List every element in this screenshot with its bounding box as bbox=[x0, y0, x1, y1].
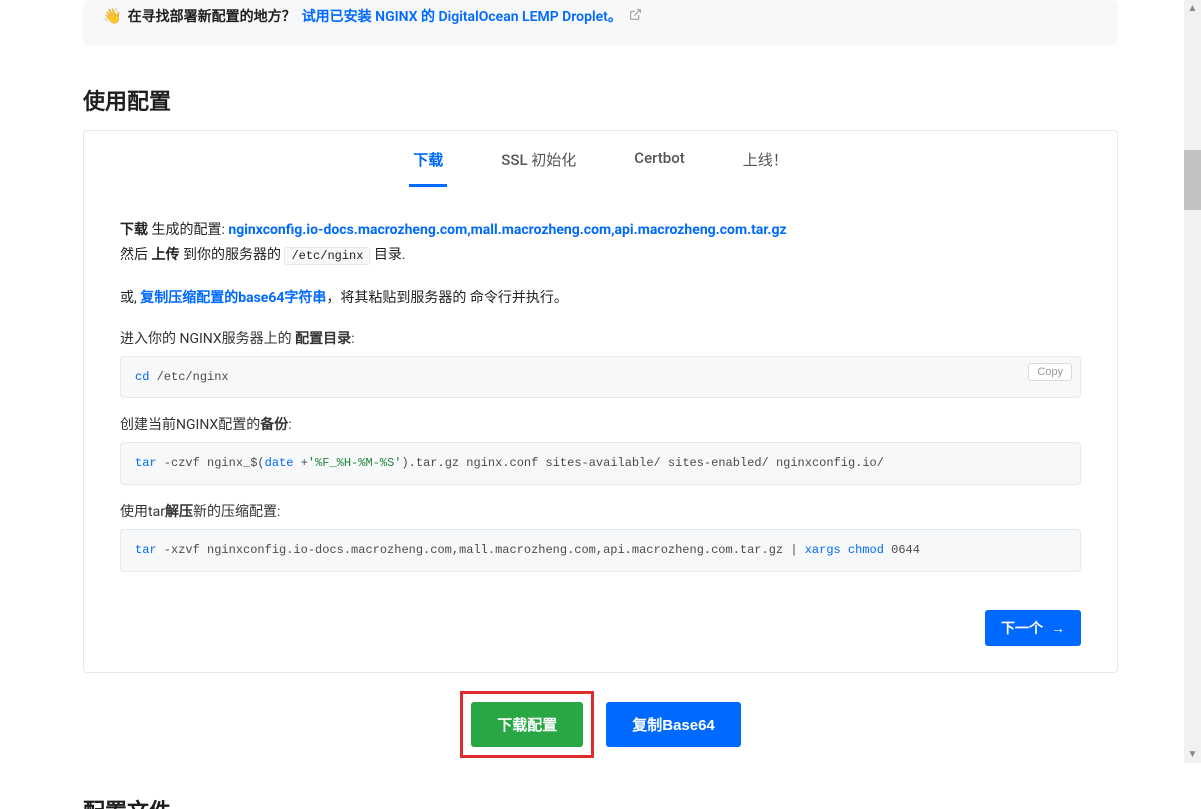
section-heading-config-files: 配置文件 bbox=[83, 794, 1118, 809]
action-row: 下载配置 复制Base64 bbox=[8, 673, 1193, 782]
section-heading-use-config: 使用配置 bbox=[83, 84, 1118, 116]
code-backup-p3: ).tar.gz nginx.conf sites-available/ sit… bbox=[401, 456, 883, 470]
tab-certbot[interactable]: Certbot bbox=[630, 149, 688, 187]
or-text: 或, bbox=[120, 290, 140, 306]
nginx-path-code: /etc/nginx bbox=[284, 247, 370, 265]
step2-bold: 备份 bbox=[260, 417, 288, 433]
step3-pre: 使用tar bbox=[120, 504, 165, 520]
step1-suffix: : bbox=[351, 331, 354, 347]
download-text: 生成的配置: bbox=[148, 222, 228, 238]
step2-suffix: : bbox=[288, 417, 291, 433]
banner-link[interactable]: 试用已安装 NGINX 的 DigitalOcean LEMP Droplet。 bbox=[302, 6, 643, 26]
code-cd-kw: cd bbox=[135, 370, 149, 384]
then-text: 然后 bbox=[120, 247, 151, 263]
scrollbar-track[interactable]: ▲ ▼ bbox=[1184, 0, 1201, 763]
step-1-label: 进入你的 NGINX服务器上的 配置目录: bbox=[120, 328, 1081, 348]
download-bold: 下载 bbox=[120, 222, 148, 238]
upload-suffix: 目录. bbox=[370, 247, 405, 263]
highlight-box: 下载配置 bbox=[460, 691, 594, 758]
code-extract-p2: 0644 bbox=[884, 543, 920, 557]
next-button-label: 下一个 bbox=[1001, 618, 1043, 638]
config-card: 下载 SSL 初始化 Certbot 上线！ 下载 生成的配置: nginxco… bbox=[83, 130, 1118, 673]
step1-pre: 进入你的 NGINX服务器上的 bbox=[120, 331, 295, 347]
intro-line-2: 然后 上传 到你的服务器的 /etc/nginx 目录. bbox=[120, 243, 1081, 268]
banner-link-label: 试用已安装 NGINX 的 DigitalOcean LEMP Droplet。 bbox=[302, 9, 622, 25]
download-config-button[interactable]: 下载配置 bbox=[471, 702, 583, 747]
code-extract-p1: -xzvf nginxconfig.io-docs.macrozheng.com… bbox=[157, 543, 805, 557]
code-backup-kw1: tar bbox=[135, 456, 157, 470]
step-2-label: 创建当前NGINX配置的备份: bbox=[120, 414, 1081, 434]
next-button[interactable]: 下一个 → bbox=[985, 610, 1081, 646]
scroll-down-icon[interactable]: ▼ bbox=[1184, 746, 1201, 763]
copy-base64-button[interactable]: 复制Base64 bbox=[606, 702, 741, 747]
tab-live[interactable]: 上线！ bbox=[739, 149, 792, 187]
copy-button[interactable]: Copy bbox=[1028, 363, 1072, 381]
code-extract-kw1: tar bbox=[135, 543, 157, 557]
step3-bold: 解压 bbox=[165, 504, 193, 520]
code-block-backup: tar -czvf nginx_$(date +'%F_%H-%M-%S').t… bbox=[120, 442, 1081, 485]
card-body: 下载 生成的配置: nginxconfig.io-docs.macrozheng… bbox=[84, 188, 1117, 592]
step-3-label: 使用tar解压新的压缩配置: bbox=[120, 501, 1081, 521]
code-backup-p2: + bbox=[293, 456, 307, 470]
code-block-extract: tar -xzvf nginxconfig.io-docs.macrozheng… bbox=[120, 529, 1081, 572]
tab-download[interactable]: 下载 bbox=[409, 149, 447, 187]
promo-banner: 👋 在寻找部署新配置的地方？ 试用已安装 NGINX 的 DigitalOcea… bbox=[83, 0, 1118, 46]
banner-text: 在寻找部署新配置的地方？ bbox=[128, 6, 296, 26]
code-extract-kw3: chmod bbox=[841, 543, 884, 557]
code-backup-p1: -czvf nginx_$( bbox=[157, 456, 265, 470]
base64-text: ，将其粘贴到服务器的 命令行并执行。 bbox=[326, 290, 567, 306]
scrollbar-thumb[interactable] bbox=[1184, 150, 1201, 210]
upload-bold: 上传 bbox=[151, 247, 179, 263]
upload-text: 到你的服务器的 bbox=[179, 247, 284, 263]
wave-icon: 👋 bbox=[103, 7, 122, 25]
intro-line-3: 或, 复制压缩配置的base64字符串，将其粘贴到服务器的 命令行并执行。 bbox=[120, 286, 1081, 311]
tab-bar: 下载 SSL 初始化 Certbot 上线！ bbox=[84, 131, 1117, 188]
external-link-icon bbox=[629, 8, 642, 25]
scroll-up-icon[interactable]: ▲ bbox=[1184, 0, 1201, 17]
download-archive-link[interactable]: nginxconfig.io-docs.macrozheng.com,mall.… bbox=[228, 222, 786, 238]
code-backup-str: '%F_%H-%M-%S' bbox=[308, 456, 402, 470]
code-cd-rest: /etc/nginx bbox=[149, 370, 228, 384]
step3-suffix: 新的压缩配置: bbox=[193, 504, 280, 520]
copy-base64-link[interactable]: 复制压缩配置的base64字符串 bbox=[140, 290, 326, 306]
step2-pre: 创建当前NGINX配置的 bbox=[120, 417, 260, 433]
tab-ssl[interactable]: SSL 初始化 bbox=[497, 149, 580, 187]
code-extract-kw2: xargs bbox=[805, 543, 841, 557]
intro-line-1: 下载 生成的配置: nginxconfig.io-docs.macrozheng… bbox=[120, 218, 1081, 243]
code-block-cd: Copy cd /etc/nginx bbox=[120, 356, 1081, 399]
arrow-right-icon: → bbox=[1051, 620, 1065, 636]
code-backup-kw2: date bbox=[265, 456, 294, 470]
step1-bold: 配置目录 bbox=[295, 331, 351, 347]
next-row: 下一个 → bbox=[84, 592, 1117, 672]
